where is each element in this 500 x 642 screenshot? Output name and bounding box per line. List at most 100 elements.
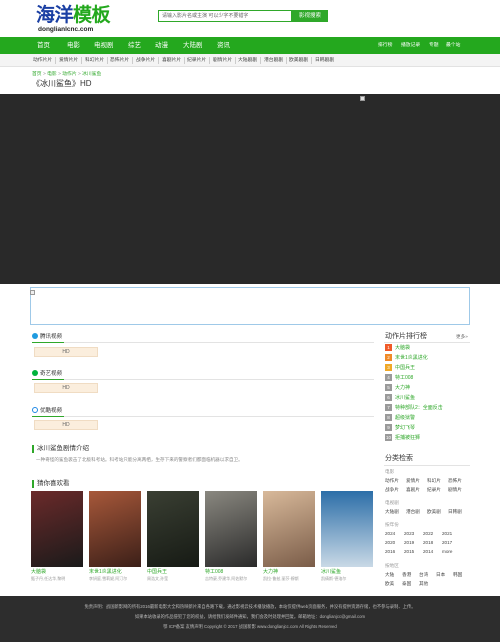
category-link[interactable]: 大陆剧 [385,509,399,515]
subnav-item[interactable]: 动作片片 [33,54,52,67]
category-link[interactable]: 恐怖片 [448,478,462,484]
year-link[interactable]: 2016 [385,549,395,555]
subnav-item[interactable]: 科幻片片 [85,54,104,67]
region-link[interactable]: 其他 [419,581,428,587]
source-name: 优酷视频 [40,408,63,414]
breadcrumb-home[interactable]: 首页 [32,72,42,77]
episode-button[interactable]: HD [34,420,98,430]
episode-button[interactable]: HD [34,347,98,357]
subnav-item[interactable]: 喜剧片片 [162,54,181,67]
category-link[interactable]: 纪录片 [427,487,441,493]
subnav-item[interactable]: 纪录片片 [187,54,206,67]
search-button[interactable]: 影视搜索 [292,10,328,22]
nav-item-news[interactable]: 资讯 [217,37,230,54]
category-link[interactable]: 喜剧片 [406,487,420,493]
rank-number: 3 [385,364,392,371]
year-link[interactable]: 2017 [442,540,452,546]
movie-title[interactable]: 中国兵王 [147,569,167,575]
subnav-item[interactable]: 大陆剧剧 [238,54,257,67]
category-link[interactable]: 港台剧 [406,509,420,515]
category-link[interactable]: 动作片 [385,478,399,484]
year-link[interactable]: 2015 [404,549,414,555]
movie-poster[interactable] [147,491,199,567]
movie-title[interactable]: 特工008 [205,569,223,575]
ranking-item[interactable]: 10 拒捕被狂狮 [385,434,420,442]
region-link[interactable]: 台湾 [419,572,428,578]
category-link[interactable]: 日韩剧 [448,509,462,515]
year-more-link[interactable]: more [442,549,452,555]
ranking-item[interactable]: 8 超级狱警 [385,414,415,422]
nav-topic-link[interactable]: 专题 [429,37,439,54]
region-link[interactable]: 大陆 [385,572,394,578]
subnav-item[interactable]: 恐怖片片 [110,54,129,67]
rank-number: 10 [385,434,392,441]
episode-button[interactable]: HD [34,383,98,393]
nav-item-movie[interactable]: 电影 [67,37,80,54]
source-divider [32,342,374,343]
movie-title[interactable]: 大力神 [263,569,278,575]
movie-poster[interactable] [89,491,141,567]
logo-domain: donglianlcnc.com [38,26,94,33]
nav-item-mainland[interactable]: 大陆剧 [183,37,203,54]
year-link[interactable]: 2020 [385,540,395,546]
category-link[interactable]: 爱情片 [406,478,420,484]
tencent-icon [32,333,38,339]
search-input[interactable]: 请输入影片名或主演 可以少字不要错字 [158,10,292,22]
rank-title: 特工008 [395,375,414,381]
movie-poster[interactable] [31,491,83,567]
ranking-item[interactable]: 3 中国兵王 [385,364,415,372]
ranking-item[interactable]: 6 冰川鲨鱼 [385,394,415,402]
ranking-item[interactable]: 2 末世1炎黑进化 [385,354,428,362]
year-link[interactable]: 2019 [404,540,414,546]
category-link[interactable]: 科幻片 [427,478,441,484]
nav-site-link[interactable]: 最个站 [446,37,460,54]
nav-item-variety[interactable]: 综艺 [128,37,141,54]
ranking-item[interactable]: 4 特工008 [385,374,413,382]
region-link[interactable]: 韩国 [453,572,462,578]
region-link[interactable]: 欧美 [385,581,394,587]
movie-title[interactable]: 冰川鲨鱼 [321,569,341,575]
region-link[interactable]: 泰国 [402,581,411,587]
year-link[interactable]: 2021 [442,531,452,537]
rank-title: 梦幻飞琴 [395,425,416,431]
ranking-item[interactable]: 1 大脑袋 [385,344,410,352]
movie-poster[interactable] [205,491,257,567]
nav-ranking-link[interactable]: 排行榜 [378,37,392,54]
ad-banner[interactable] [30,287,470,325]
region-link[interactable]: 香港 [402,572,411,578]
ranking-item[interactable]: 7 特种部队2：全面反击 [385,404,443,412]
category-link[interactable]: 战争片 [385,487,399,493]
site-logo[interactable]: 海洋模板 [36,4,111,26]
broken-image-icon [30,290,35,295]
subnav-item[interactable]: 剧情片片 [213,54,232,67]
breadcrumb-level2[interactable]: 动作片 [62,72,76,77]
movie-poster[interactable] [263,491,315,567]
year-link[interactable]: 2024 [385,531,395,537]
subnav-item[interactable]: 港台剧剧 [264,54,283,67]
nav-item-tv[interactable]: 电视剧 [94,37,114,54]
year-link[interactable]: 2014 [423,549,433,555]
nav-item-anime[interactable]: 动漫 [155,37,168,54]
video-player[interactable] [0,94,500,284]
region-link[interactable]: 日本 [436,572,445,578]
movie-cast: 吉特豪,乔建华,阿佐默尔 [205,576,248,581]
ranking-item[interactable]: 5 大力神 [385,384,410,392]
year-link[interactable]: 2022 [423,531,433,537]
breadcrumb-level1[interactable]: 电影 [47,72,57,77]
year-link[interactable]: 2018 [423,540,433,546]
category-link[interactable]: 剧情片 [448,487,462,493]
ranking-item[interactable]: 9 梦幻飞琴 [385,424,415,432]
movie-title[interactable]: 末世1炎黑进化 [89,569,122,575]
movie-poster[interactable] [321,491,373,567]
subnav-item[interactable]: 日韩剧剧 [315,54,334,67]
ranking-more-link[interactable]: 更多» [456,334,468,340]
breadcrumb-current[interactable]: 冰川鲨鱼 [82,72,101,77]
subnav-item[interactable]: 战争片片 [136,54,155,67]
subnav-item[interactable]: 欧美剧剧 [289,54,308,67]
category-link[interactable]: 欧美剧 [427,509,441,515]
nav-history-link[interactable]: 播放记录 [401,37,420,54]
movie-title[interactable]: 大脑袋 [31,569,46,575]
subnav-item[interactable]: 爱情片片 [59,54,78,67]
year-link[interactable]: 2023 [404,531,414,537]
nav-item-home[interactable]: 首页 [37,37,50,54]
